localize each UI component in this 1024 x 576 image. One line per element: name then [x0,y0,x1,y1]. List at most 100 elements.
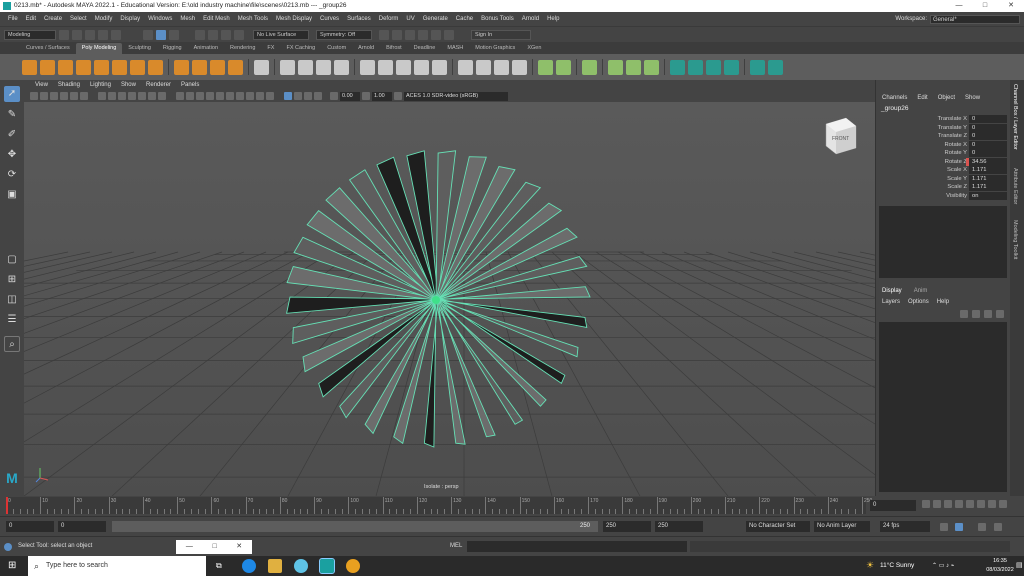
current-frame-field[interactable]: 0 [870,500,916,511]
new-scene-icon[interactable] [59,29,69,40]
paint-select-icon[interactable]: ✐ [4,127,20,143]
search-icon[interactable]: ⌕ [4,336,20,352]
screen-space-ao-icon[interactable] [236,92,244,100]
move-tool-icon[interactable]: ✥ [4,147,20,163]
play-forwards-icon[interactable] [966,500,974,508]
delete-history-icon[interactable] [768,59,783,75]
attribute-editor-tab[interactable]: Attribute Editor [1012,168,1018,204]
shelf-tab-deadline[interactable]: Deadline [408,43,442,54]
menu-bonus-tools[interactable]: Bonus Tools [477,12,518,26]
mel-label[interactable]: MEL [450,543,462,549]
gate-mask-icon[interactable] [128,92,136,100]
menu-display[interactable]: Display [116,12,144,26]
menu-curves[interactable]: Curves [316,12,343,26]
bevel-icon[interactable] [396,59,411,75]
bookmark-icon[interactable] [50,92,58,100]
selected-object-name[interactable]: _group26 [881,105,908,112]
mirror-icon[interactable] [280,59,295,75]
attr-value-field[interactable]: 0 [969,132,1007,140]
poly-platonic-icon[interactable] [148,59,163,75]
shadows-icon[interactable] [226,92,234,100]
menu-uv[interactable]: UV [402,12,418,26]
playback-end-field[interactable]: 250 [603,521,651,532]
menu-modify[interactable]: Modify [91,12,117,26]
open-scene-icon[interactable] [72,29,82,40]
textured-icon[interactable] [206,92,214,100]
layer-menu-options[interactable]: Options [908,299,929,305]
ipr-render-icon[interactable] [392,29,402,40]
anti-aliasing-icon[interactable] [256,92,264,100]
attr-row-visibility[interactable]: Visibility on [876,191,1007,201]
loop-icon[interactable] [940,523,948,531]
panel-menu-renderer[interactable]: Renderer [141,80,176,90]
move-layer-up-icon[interactable] [960,310,968,318]
exposure-field[interactable]: 0.00 [340,91,360,101]
step-back-key-icon[interactable] [933,500,941,508]
edit-uv-icon[interactable] [608,59,623,75]
time-ruler[interactable]: 0 10 20 30 40 50 60 70 80 90 100 110 120 130 140 150 160… [6,497,872,514]
extrude-icon[interactable] [378,59,393,75]
menu-cache[interactable]: Cache [452,12,477,26]
quad-draw-icon[interactable] [512,59,527,75]
go-to-start-icon[interactable] [922,500,930,508]
weather-text[interactable]: 11°C Sunny [880,562,914,569]
depth-of-field-icon[interactable] [266,92,274,100]
grease-pencil-icon[interactable] [80,92,88,100]
shelf-tab-motion-graphics[interactable]: Motion Graphics [469,43,521,54]
image-plane-icon[interactable] [60,92,68,100]
menu-edit-mesh[interactable]: Edit Mesh [199,12,234,26]
menu-mesh[interactable]: Mesh [176,12,199,26]
smooth-icon[interactable] [334,59,349,75]
attr-row-translate-z[interactable]: Translate Z0 [876,132,1007,141]
poly-cube-icon[interactable] [40,59,55,75]
fps-dropdown[interactable]: 24 fps [880,521,930,532]
view-transform-dropdown[interactable]: ACES 1.0 SDR-video (sRGB) [404,91,508,101]
attr-row-scale-x[interactable]: Scale X 1.171 [876,166,1007,175]
wireframe-icon[interactable] [176,92,184,100]
color-management-icon[interactable] [394,92,402,100]
separate-icon[interactable] [316,59,331,75]
safe-title-icon[interactable] [158,92,166,100]
menu-arnold[interactable]: Arnold [518,12,543,26]
scene-start-field[interactable]: 0 [6,521,54,532]
super-shape-icon[interactable] [174,59,189,75]
minimize-button[interactable]: — [946,0,972,12]
anim-layer-dropdown[interactable]: No Anim Layer [814,521,870,532]
snap-point-icon[interactable] [221,29,231,40]
menu-file[interactable]: File [4,12,22,26]
snap-curve-icon[interactable] [208,29,218,40]
scene-end-field[interactable]: 250 [655,521,703,532]
command-line-input[interactable] [467,541,687,552]
layer-menu-layers[interactable]: Layers [882,299,900,305]
redo-icon[interactable] [111,29,121,40]
render-view-icon[interactable] [431,29,441,40]
undo-icon[interactable] [98,29,108,40]
shelf-tab-animation[interactable]: Animation [188,43,224,54]
scale-tool-icon[interactable]: ▣ [4,187,20,203]
go-to-end-icon[interactable] [999,500,1007,508]
menu-create[interactable]: Create [40,12,66,26]
shelf-tab-sculpting[interactable]: Sculpting [122,43,157,54]
close-button[interactable]: ✕ [998,0,1024,12]
task-view-icon[interactable]: ⧉ [216,561,222,571]
panel-menu-panels[interactable]: Panels [176,80,204,90]
attr-value-field[interactable]: 0 [969,149,1007,157]
shelf-tab-curves-surfaces[interactable]: Curves / Surfaces [20,43,76,54]
render-icon[interactable] [379,29,389,40]
attr-row-translate-x[interactable]: Translate X0 [876,115,1007,124]
type-tool-icon[interactable] [210,59,225,75]
offset-edge-loop-icon[interactable] [556,59,571,75]
isolate-select-icon[interactable] [284,92,292,100]
channel-menu-show[interactable]: Show [965,95,980,101]
sign-in-button[interactable]: Sign In [471,29,531,40]
file-explorer-icon[interactable] [268,559,282,573]
float-minimize-button[interactable]: — [186,540,193,554]
float-close-button[interactable]: ✕ [236,540,242,554]
2d-pan-icon[interactable] [70,92,78,100]
select-component-icon[interactable] [169,29,179,40]
panel-menu-shading[interactable]: Shading [53,80,85,90]
edge-browser-icon[interactable] [242,559,256,573]
anim-layer-tab[interactable]: Anim [914,288,928,298]
poly-cone-icon[interactable] [76,59,91,75]
channel-box-tab[interactable]: Channel Box / Layer Editor [1012,84,1018,150]
